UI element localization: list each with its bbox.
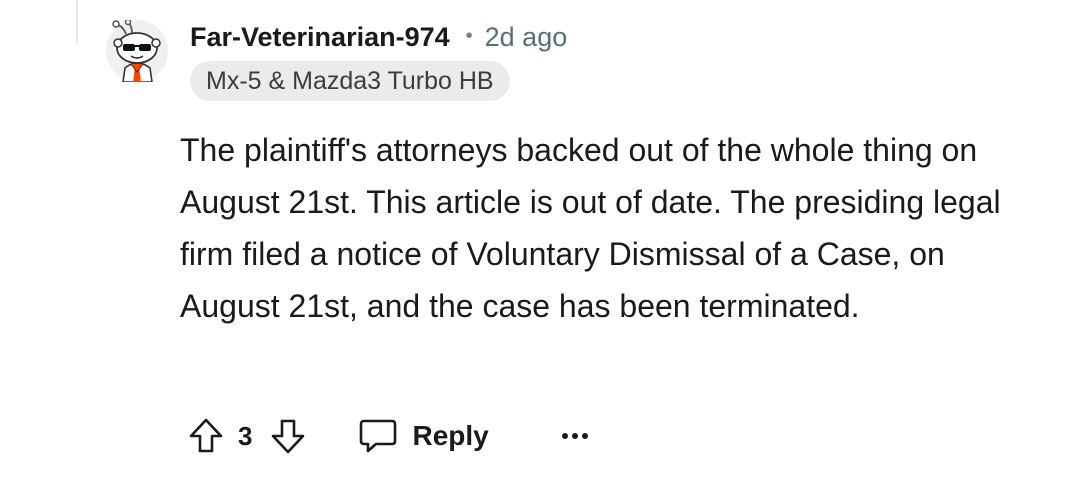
downvote-icon[interactable] <box>270 417 306 455</box>
ellipsis-icon <box>561 433 588 439</box>
speech-bubble-icon <box>358 417 398 455</box>
thread-line <box>76 0 78 44</box>
timestamp: 2d ago <box>484 21 568 52</box>
more-options-button[interactable] <box>559 430 591 442</box>
user-flair: Mx-5 & Mazda3 Turbo HB <box>190 61 510 101</box>
reply-button[interactable]: Reply <box>358 417 489 455</box>
upvote-icon[interactable] <box>188 417 224 455</box>
reply-label: Reply <box>412 420 489 451</box>
comment-text: The plaintiff's attorneys backed out of … <box>180 132 1001 324</box>
vote-score: 3 <box>238 420 253 451</box>
comment-actions: 3 Reply <box>188 412 591 460</box>
username[interactable]: Far-Veterinarian-974 <box>190 22 450 53</box>
user-avatar[interactable] <box>106 20 168 82</box>
snoo-avatar-icon <box>112 20 161 82</box>
comment-body: The plaintiff's attorneys backed out of … <box>180 124 1050 332</box>
comment-header: Far-Veterinarian-974 • 2d ago <box>190 18 567 56</box>
meta-separator: • <box>465 24 473 47</box>
